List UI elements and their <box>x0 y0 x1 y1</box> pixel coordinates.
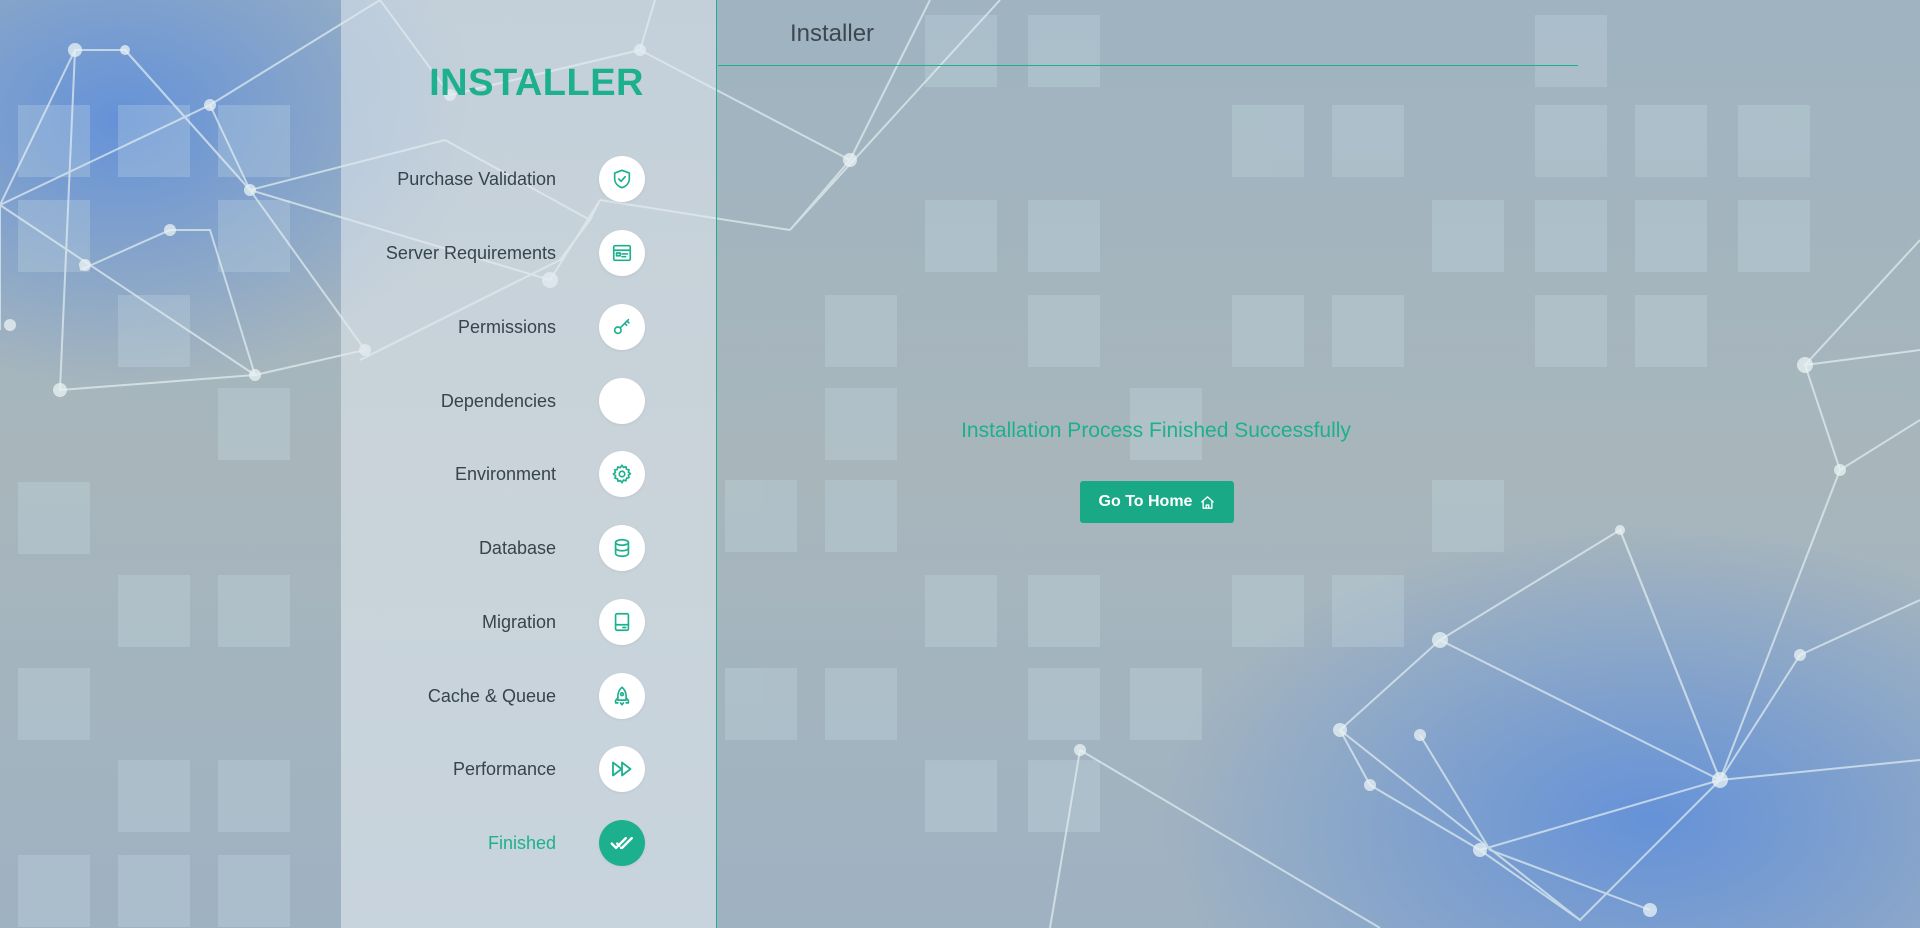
step-label: Performance <box>452 758 556 779</box>
page-title: Installer <box>790 20 875 47</box>
step-permissions[interactable]: Permissions <box>458 304 645 350</box>
gear-icon <box>599 451 645 497</box>
step-label: Cache & Queue <box>427 685 556 706</box>
top-bar: Installer <box>718 0 1578 66</box>
drive-icon <box>599 599 645 645</box>
double-check-icon <box>599 820 645 866</box>
go-to-home-label: Go To Home <box>1098 493 1193 510</box>
blank-icon <box>599 378 645 424</box>
step-purchase-validation[interactable]: Purchase Validation <box>397 156 645 202</box>
step-performance[interactable]: Performance <box>453 746 645 792</box>
step-server-requirements[interactable]: Server Requirements <box>386 230 645 276</box>
step-label: Permissions <box>457 316 556 337</box>
step-label: Finished <box>487 832 556 853</box>
key-icon <box>599 304 645 350</box>
success-message: Installation Process Finished Successful… <box>961 419 1351 442</box>
step-cache-queue[interactable]: Cache & Queue <box>428 673 645 719</box>
step-label: Server Requirements <box>385 242 556 263</box>
step-migration[interactable]: Migration <box>482 599 645 645</box>
main-content: Installation Process Finished Successful… <box>718 66 1594 928</box>
step-label: Migration <box>481 611 556 632</box>
home-icon <box>1201 495 1215 509</box>
go-to-home-button[interactable]: Go To Home <box>1080 481 1234 523</box>
step-environment[interactable]: Environment <box>455 451 645 497</box>
step-database[interactable]: Database <box>479 525 645 571</box>
rocket-icon <box>599 673 645 719</box>
sidebar: INSTALLER Purchase Validation Server Req… <box>341 0 717 928</box>
shield-check-icon <box>599 156 645 202</box>
fast-forward-icon <box>599 746 645 792</box>
server-window-icon <box>599 230 645 276</box>
step-list: Purchase Validation Server Requirements … <box>341 0 717 928</box>
step-label: Environment <box>454 463 556 484</box>
database-icon <box>599 525 645 571</box>
step-label: Database <box>478 537 556 558</box>
step-label: Purchase Validation <box>397 168 556 189</box>
step-label: Dependencies <box>440 390 556 411</box>
step-dependencies[interactable]: Dependencies <box>441 378 645 424</box>
step-finished[interactable]: Finished <box>488 820 645 866</box>
